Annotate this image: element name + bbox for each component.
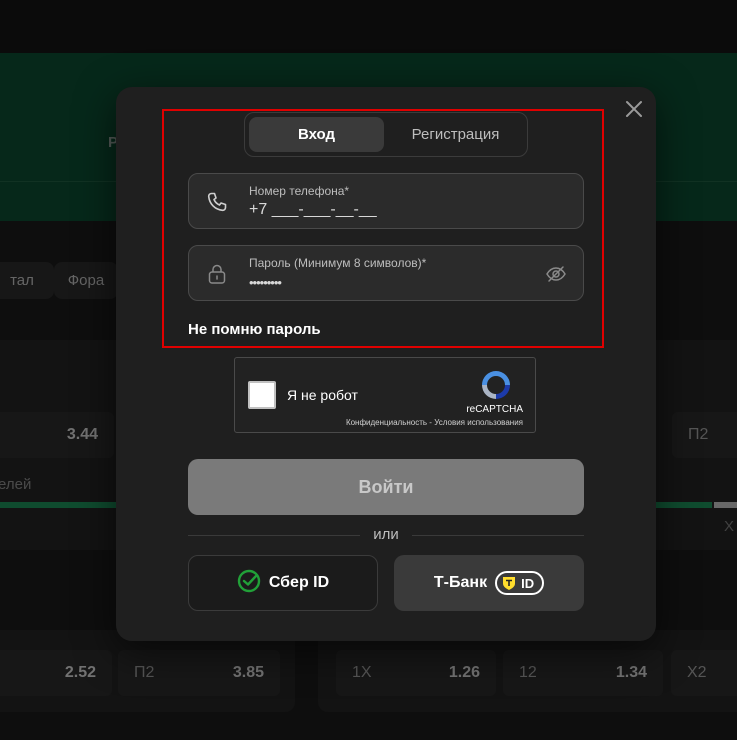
auth-tabs: Вход Регистрация (244, 112, 528, 157)
phone-field[interactable]: Номер телефона* +7 ___-___-__-__ (188, 173, 584, 229)
auth-modal: Вход Регистрация Номер телефона* +7 ___-… (116, 87, 656, 641)
close-icon[interactable] (624, 99, 644, 119)
recaptcha-brand: reCAPTCHA (466, 404, 523, 415)
tab-login[interactable]: Вход (249, 117, 384, 152)
recaptcha-label: Я не робот (287, 387, 358, 403)
tbank-id-badge: ID (495, 571, 545, 595)
phone-input[interactable]: +7 ___-___-__-__ (249, 201, 529, 219)
recaptcha-icon (479, 368, 513, 402)
forgot-password-link[interactable]: Не помню пароль (188, 321, 321, 338)
sber-label: Сбер ID (268, 574, 330, 591)
password-field[interactable]: Пароль (Минимум 8 символов)* ••••••••• (188, 245, 584, 301)
lock-icon (205, 262, 229, 286)
password-label: Пароль (Минимум 8 символов)* (249, 256, 427, 270)
eye-off-icon[interactable] (545, 263, 567, 285)
phone-label: Номер телефона* (249, 184, 350, 198)
sber-id-button[interactable]: Сбер ID (188, 555, 378, 611)
phone-icon (205, 190, 229, 214)
tbank-id-button[interactable]: Т-Банк ID (394, 555, 584, 611)
or-label: или (360, 526, 412, 543)
password-input[interactable]: ••••••••• (249, 275, 529, 290)
tbank-id-text: ID (521, 575, 535, 591)
login-button[interactable]: Войти (188, 459, 584, 515)
recaptcha-checkbox[interactable] (248, 381, 276, 409)
recaptcha-widget: Я не робот reCAPTCHA Конфиденциальность … (234, 357, 536, 433)
sber-icon (237, 569, 261, 598)
recaptcha-links[interactable]: Конфиденциальность - Условия использован… (346, 418, 523, 427)
tab-register[interactable]: Регистрация (388, 117, 523, 152)
tbank-shield-icon (503, 577, 516, 590)
tbank-label: Т-Банк (433, 574, 488, 591)
